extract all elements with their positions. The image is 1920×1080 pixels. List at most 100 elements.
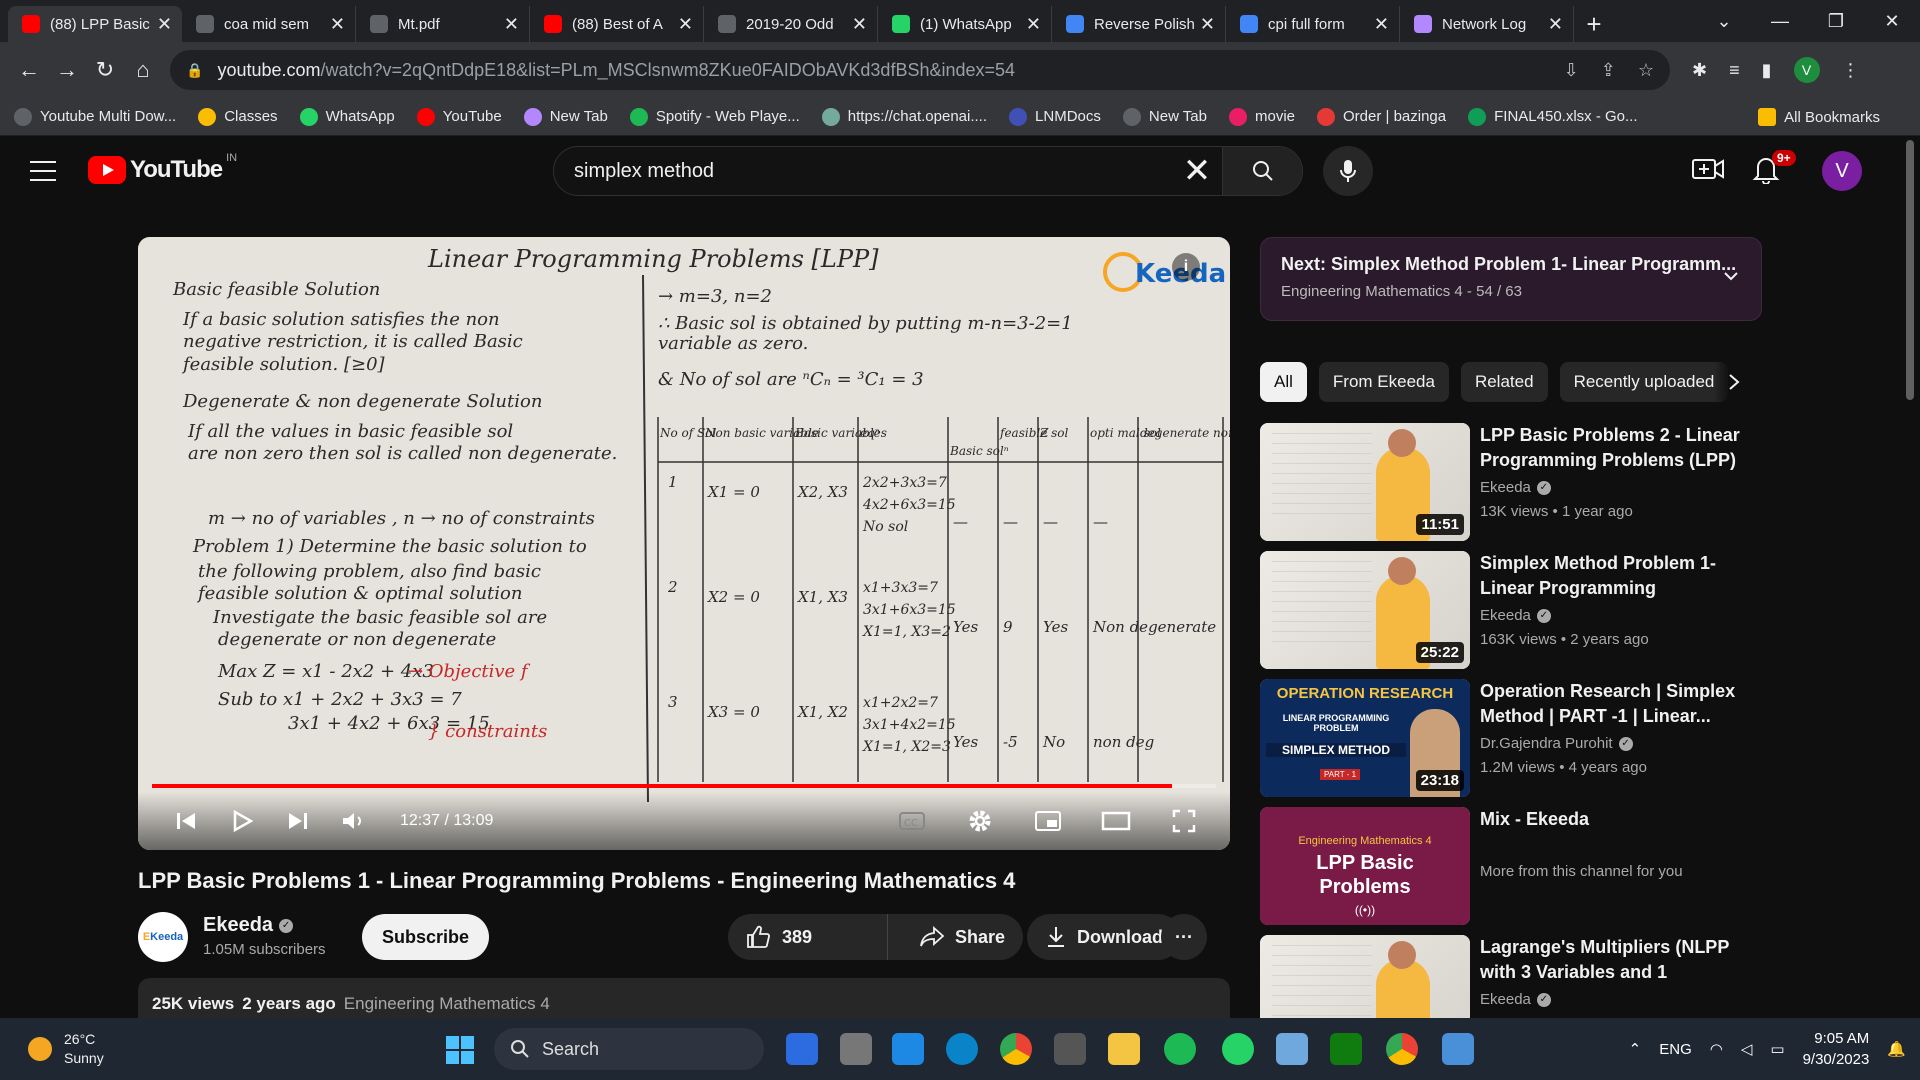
close-tab-icon[interactable]: ✕ [678,14,693,35]
volume-icon[interactable] [330,797,378,845]
bookmark-item[interactable]: FINAL450.xlsx - Go... [1468,107,1638,126]
profile-avatar[interactable]: V [1793,57,1820,83]
minimize-button[interactable]: — [1752,0,1808,42]
close-tab-icon[interactable]: ✕ [1200,14,1215,35]
share-page-icon[interactable]: ⇪ [1601,60,1616,81]
taskbar-search[interactable]: Search [494,1028,764,1070]
captions-icon[interactable]: CC [888,797,936,845]
search-input[interactable] [554,159,1172,183]
recommended-video[interactable]: Engineering Mathematics 4 LPP Basic Prob… [1260,807,1762,925]
bookmark-item[interactable]: LNMDocs [1009,107,1101,126]
info-icon[interactable]: i [1172,253,1200,281]
language-indicator[interactable]: ENG [1659,1041,1692,1058]
chrome-profile-icon[interactable] [1386,1033,1418,1065]
all-bookmarks[interactable]: All Bookmarks [1758,98,1880,136]
bookmark-item[interactable]: Youtube Multi Dow... [14,107,176,126]
close-tab-icon[interactable]: ✕ [1374,14,1389,35]
filter-chip[interactable]: All [1260,362,1307,402]
hamburger-menu-icon[interactable] [30,158,56,184]
spotify-icon[interactable] [1164,1033,1196,1065]
create-video-icon[interactable] [1692,156,1728,186]
page-scrollbar[interactable] [1906,140,1914,400]
address-bar[interactable]: 🔒 youtube.com/watch?v=2qQntDdpE18&list=P… [170,50,1670,90]
install-icon[interactable]: ⇩ [1564,60,1579,81]
clock[interactable]: 9:05 AM 9/30/2023 [1803,1028,1870,1070]
notifications-bell-icon[interactable]: 9+ [1752,150,1796,188]
account-avatar[interactable]: V [1822,151,1862,191]
previous-video-icon[interactable] [162,797,210,845]
subscribe-button[interactable]: Subscribe [362,914,490,960]
browser-tab[interactable]: cpi full form ✕ [1226,6,1400,42]
more-actions-button[interactable]: ··· [1161,914,1207,960]
paint-icon[interactable] [1442,1033,1474,1065]
fullscreen-icon[interactable] [1160,797,1208,845]
recommended-video[interactable]: Lagrange's Multipliers (NLPP with 3 Vari… [1260,935,1762,1053]
filter-chip[interactable]: Related [1460,362,1548,402]
media-icon[interactable]: ≡ [1729,60,1740,81]
browser-tab[interactable]: Mt.pdf ✕ [356,6,530,42]
reload-button[interactable]: ↻ [86,51,124,89]
task-view-icon[interactable] [840,1033,872,1065]
video-thumbnail[interactable]: OPERATION RESEARCH LINEAR PROGRAMMING PR… [1260,679,1470,797]
speaker-icon[interactable]: ◁ [1741,1040,1753,1058]
bookmark-item[interactable]: https://chat.openai.... [821,107,987,126]
chevron-up-icon[interactable]: ⌃ [1629,1040,1642,1058]
bookmark-star-icon[interactable]: ☆ [1638,60,1654,81]
close-tab-icon[interactable]: ✕ [157,14,172,35]
bookmark-item[interactable]: Spotify - Web Playe... [629,107,800,126]
bookmark-item[interactable]: YouTube [416,107,502,126]
browser-tab[interactable]: (88) LPP Basic ✕ [8,6,182,42]
bookmark-item[interactable]: WhatsApp [299,107,395,126]
youtube-logo[interactable]: YouTube IN [88,152,237,184]
recommended-video[interactable]: 25:22 Simplex Method Problem 1- Linear P… [1260,551,1762,669]
edge-icon[interactable] [946,1033,978,1065]
play-icon[interactable] [218,797,266,845]
clear-search-icon[interactable]: ✕ [1172,147,1222,195]
share-button[interactable]: Share [901,914,1024,960]
weather-widget[interactable]: 26°C Sunny [28,1030,104,1068]
extensions-icon[interactable]: ✱ [1692,60,1707,81]
video-thumbnail[interactable]: 25:22 [1260,551,1470,669]
back-button[interactable]: ← [10,51,48,89]
browser-tab[interactable]: Reverse Polish ✕ [1052,6,1226,42]
browser-tab[interactable]: coa mid sem ✕ [182,6,356,42]
wifi-icon[interactable]: ◠ [1710,1040,1723,1058]
home-button[interactable]: ⌂ [124,51,162,89]
channel-avatar[interactable]: E Keeda [138,912,188,962]
browser-menu-icon[interactable]: ⋮ [1842,60,1860,81]
settings-gear-icon[interactable] [956,797,1004,845]
bookmark-item[interactable]: Order | bazinga [1317,107,1446,126]
start-button[interactable] [446,1036,474,1064]
like-button[interactable]: 389 [728,914,888,960]
whatsapp-icon[interactable] [1222,1033,1254,1065]
voice-search-button[interactable] [1323,146,1373,196]
download-button[interactable]: Download [1027,914,1181,960]
restore-button[interactable]: ❐ [1808,0,1864,42]
close-window-button[interactable]: ✕ [1864,0,1920,42]
forward-button[interactable]: → [48,51,86,89]
bookmark-item[interactable]: New Tab [1122,107,1207,126]
bookmark-item[interactable]: Classes [198,107,278,126]
browser-tab[interactable]: 2019-20 Odd ✕ [704,6,878,42]
close-tab-icon[interactable]: ✕ [1026,14,1041,35]
filter-chip[interactable]: Recently uploaded [1559,362,1729,402]
new-tab-button[interactable]: + [1574,6,1614,42]
news-app-icon[interactable] [786,1033,818,1065]
filter-chip[interactable]: From Ekeeda [1318,362,1449,402]
progress-bar[interactable] [152,784,1216,788]
theater-mode-icon[interactable] [1092,797,1140,845]
browser-tab[interactable]: (1) WhatsApp ✕ [878,6,1052,42]
close-tab-icon[interactable]: ✕ [852,14,867,35]
notification-bell-icon[interactable]: 🔔 [1887,1040,1906,1058]
miniplayer-icon[interactable] [1024,797,1072,845]
close-tab-icon[interactable]: ✕ [330,14,345,35]
playlist-next-panel[interactable]: Next: Simplex Method Problem 1- Linear P… [1260,237,1762,321]
battery-icon[interactable]: ▭ [1770,1040,1784,1058]
search-button[interactable] [1222,147,1302,195]
playlist-link[interactable]: Engineering Mathematics 4 [344,994,550,1013]
photos-icon[interactable] [1276,1033,1308,1065]
bookmark-item[interactable]: New Tab [523,107,608,126]
side-panel-icon[interactable]: ▮ [1762,60,1772,81]
file-explorer-icon[interactable] [1108,1033,1140,1065]
chevron-down-icon[interactable]: ⌄ [1696,0,1752,42]
